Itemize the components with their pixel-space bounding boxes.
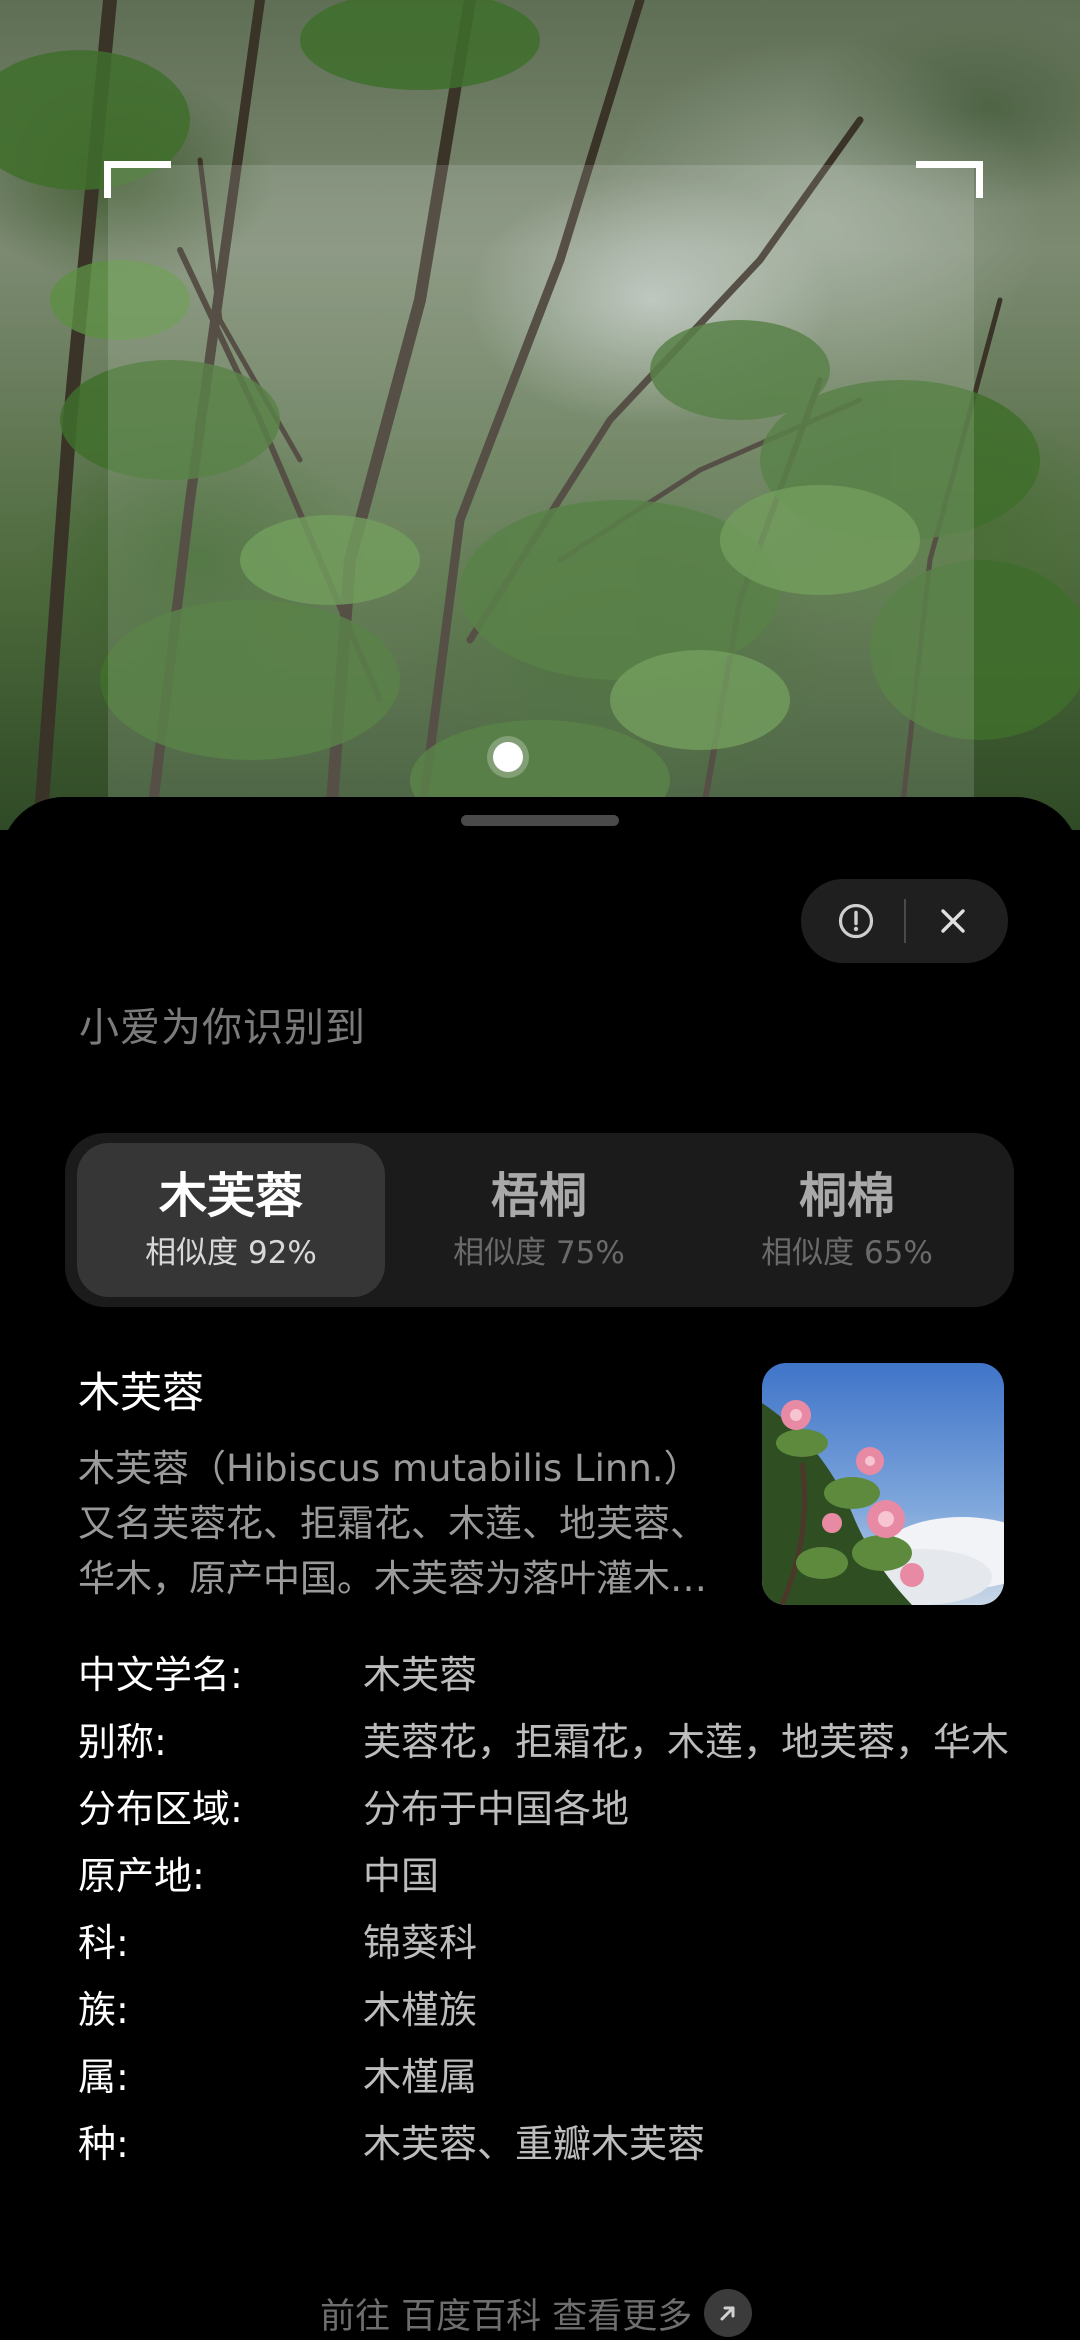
info-value: 分布于中国各地 bbox=[363, 1787, 630, 1831]
result-sheet: 小爱为你识别到 木芙蓉 相似度 92% 梧桐 相似度 75% 桐棉 相似度 65… bbox=[0, 797, 1080, 2340]
tab-label: 桐棉 bbox=[798, 1168, 895, 1224]
sheet-drag-handle[interactable] bbox=[461, 815, 619, 826]
info-row: 种: 木芙蓉、重瓣木芙蓉 bbox=[78, 2116, 1018, 2172]
info-value: 木芙蓉 bbox=[363, 1653, 478, 1697]
info-key: 种: bbox=[78, 2122, 129, 2166]
plant-description[interactable]: 木芙蓉（Hibiscus mutabilis Linn.）又名芙蓉花、拒霜花、木… bbox=[78, 1441, 708, 1606]
info-value: 锦葵科 bbox=[363, 1921, 478, 1965]
tab-candidate-2[interactable]: 梧桐 相似度 75% bbox=[385, 1143, 693, 1297]
info-row: 别称: 芙蓉花，拒霜花，木莲，地芙蓉，华木 bbox=[78, 1714, 1018, 1770]
info-key: 分布区域: bbox=[78, 1787, 243, 1831]
tab-label: 梧桐 bbox=[490, 1168, 587, 1224]
tab-candidate-3[interactable]: 桐棉 相似度 65% bbox=[693, 1143, 1001, 1297]
focus-point[interactable] bbox=[493, 742, 523, 772]
close-icon bbox=[941, 909, 965, 933]
plant-info-table: 中文学名: 木芙蓉 别称: 芙蓉花，拒霜花，木莲，地芙蓉，华木 分布区域: 分布… bbox=[78, 1647, 1018, 2183]
arrow-up-right-icon bbox=[720, 2306, 735, 2321]
divider bbox=[904, 899, 906, 943]
plant-thumbnail[interactable] bbox=[762, 1363, 1004, 1605]
report-button[interactable] bbox=[811, 879, 901, 963]
info-key: 科: bbox=[78, 1921, 129, 1965]
hibiscus-photo bbox=[762, 1363, 1004, 1605]
info-row: 分布区域: 分布于中国各地 bbox=[78, 1781, 1018, 1837]
go-button[interactable] bbox=[704, 2289, 753, 2337]
sheet-actions bbox=[801, 879, 1008, 963]
info-key: 族: bbox=[78, 1988, 129, 2032]
scan-frame bbox=[108, 165, 974, 830]
camera-preview bbox=[0, 0, 1080, 830]
close-button[interactable] bbox=[908, 879, 998, 963]
info-value: 芙蓉花，拒霜花，木莲，地芙蓉，华木 bbox=[363, 1720, 1010, 1764]
exclamation-circle-icon bbox=[838, 903, 874, 939]
info-value: 中国 bbox=[363, 1854, 440, 1898]
plant-title: 木芙蓉 bbox=[78, 1368, 205, 1417]
info-row: 属: 木槿属 bbox=[78, 2049, 1018, 2105]
info-value: 木槿族 bbox=[363, 1988, 478, 2032]
info-row: 原产地: 中国 bbox=[78, 1848, 1018, 1904]
tab-similarity: 相似度 75% bbox=[453, 1235, 625, 1271]
tab-similarity: 相似度 92% bbox=[145, 1235, 317, 1271]
info-key: 原产地: bbox=[78, 1854, 205, 1898]
screen: 小爱为你识别到 木芙蓉 相似度 92% 梧桐 相似度 75% 桐棉 相似度 65… bbox=[0, 0, 1080, 2340]
baike-more-link[interactable]: 前往 百度百科 查看更多 bbox=[320, 2285, 753, 2340]
tab-similarity: 相似度 65% bbox=[761, 1235, 933, 1271]
candidate-tabs: 木芙蓉 相似度 92% 梧桐 相似度 75% 桐棉 相似度 65% bbox=[65, 1133, 1014, 1307]
result-heading: 小爱为你识别到 bbox=[79, 1005, 366, 1051]
info-row: 科: 锦葵科 bbox=[78, 1915, 1018, 1971]
info-key: 属: bbox=[78, 2055, 129, 2099]
info-key: 别称: bbox=[78, 1720, 167, 1764]
tab-label: 木芙蓉 bbox=[158, 1168, 303, 1224]
scan-frame-corner-top-right bbox=[916, 161, 983, 198]
info-row: 中文学名: 木芙蓉 bbox=[78, 1647, 1018, 1703]
tab-candidate-1[interactable]: 木芙蓉 相似度 92% bbox=[77, 1143, 385, 1297]
more-link-label: 前往 百度百科 查看更多 bbox=[320, 2296, 693, 2337]
info-value: 木槿属 bbox=[363, 2055, 478, 2099]
info-value: 木芙蓉、重瓣木芙蓉 bbox=[363, 2122, 706, 2166]
info-row: 族: 木槿族 bbox=[78, 1982, 1018, 2038]
info-key: 中文学名: bbox=[78, 1653, 243, 1697]
scan-frame-corner-top-left bbox=[104, 161, 171, 198]
